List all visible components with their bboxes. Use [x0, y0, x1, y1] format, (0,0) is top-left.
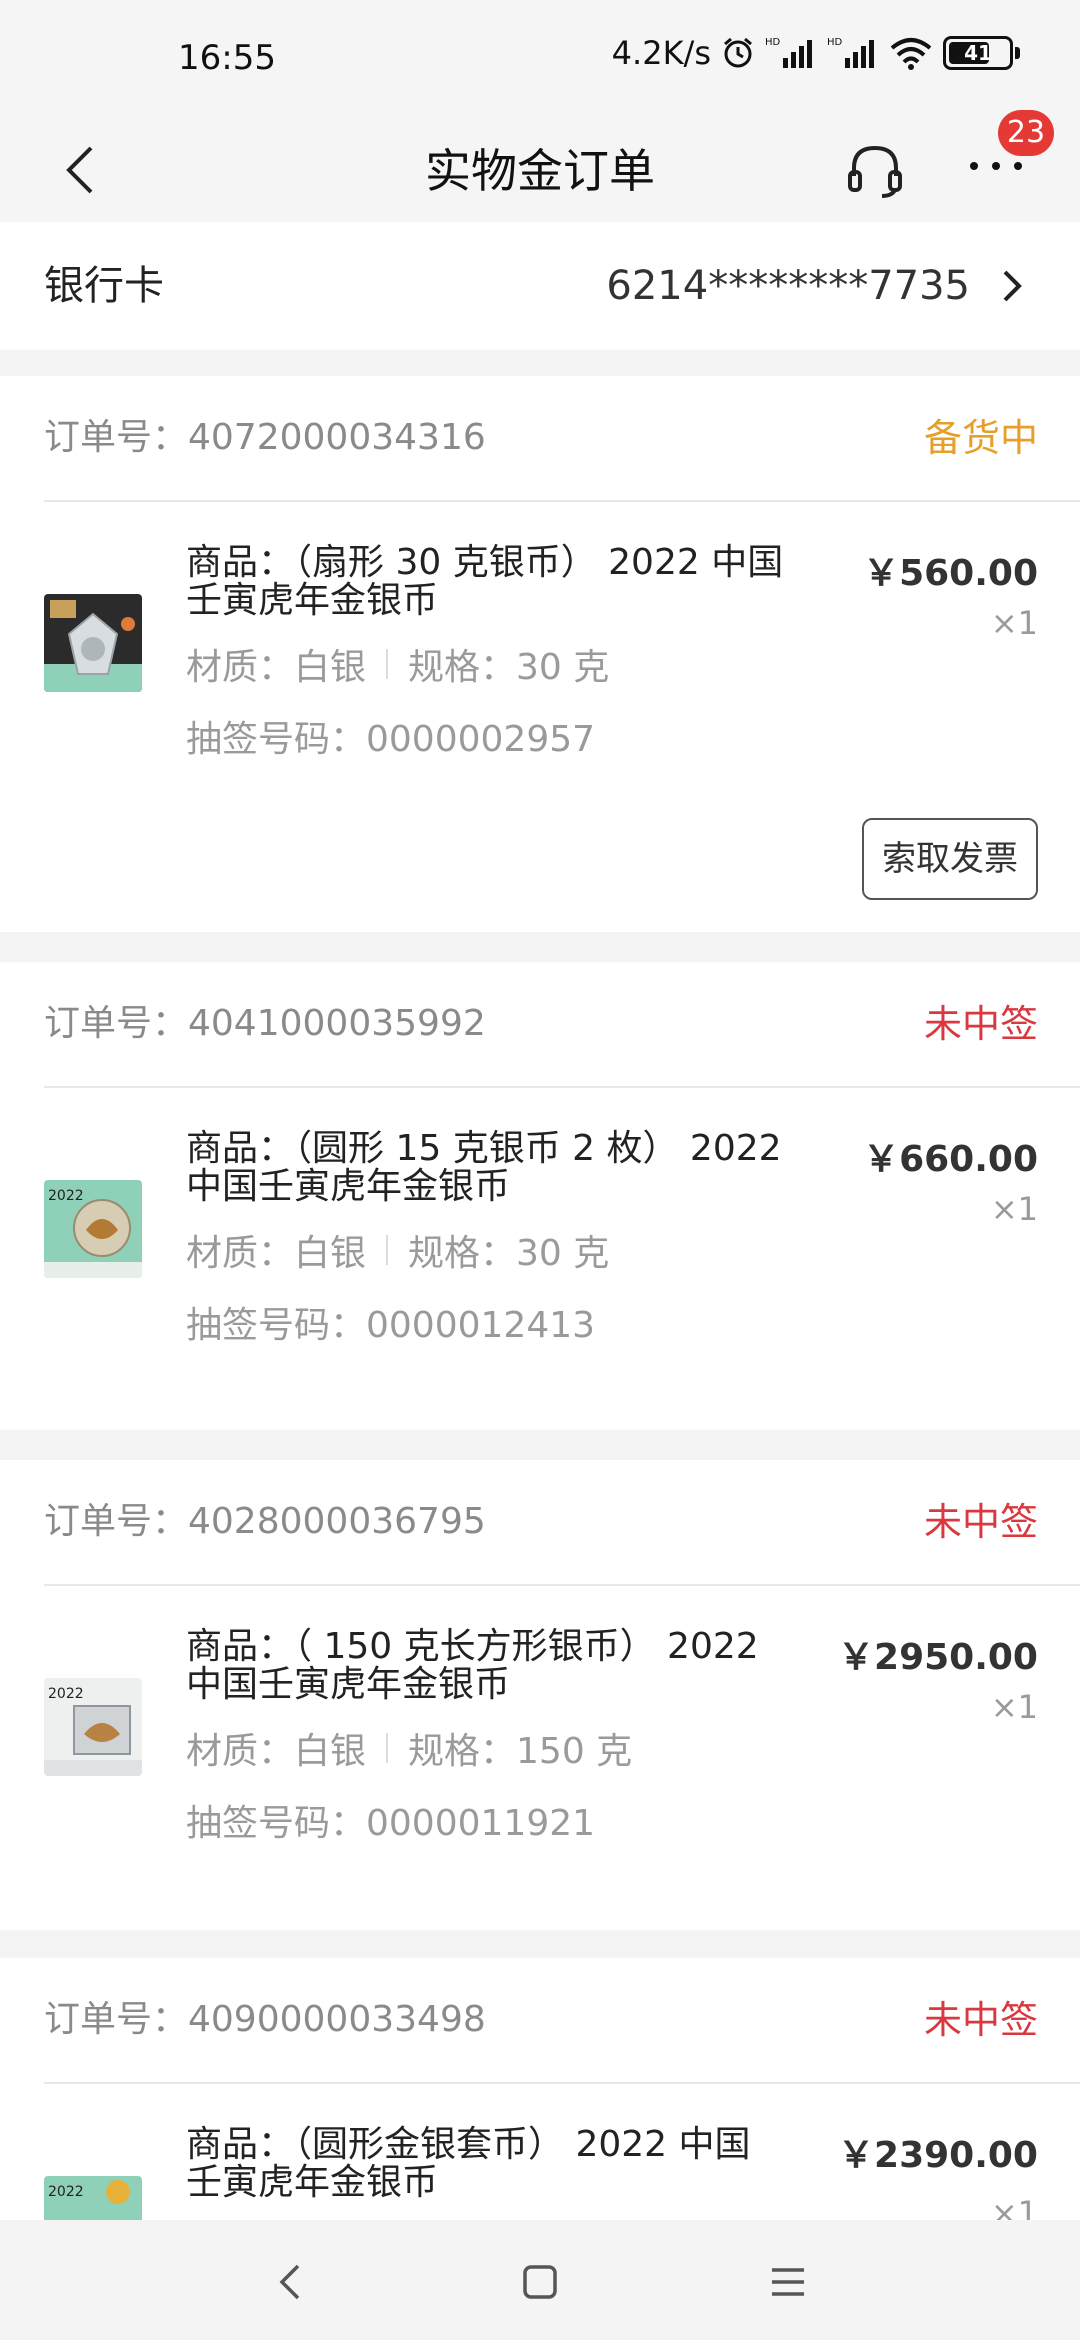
product-thumbnail[interactable]: 2022 [44, 1678, 142, 1776]
product-thumbnail[interactable]: 2022 [44, 2176, 142, 2220]
system-home-button[interactable] [518, 2260, 562, 2304]
quantity: ×1 [990, 2194, 1038, 2220]
system-menu-button[interactable] [766, 2260, 810, 2304]
svg-text:HD: HD [765, 37, 781, 48]
notification-badge: 23 [998, 110, 1054, 156]
bank-card-row[interactable]: 银行卡 6214********7735 [0, 222, 1080, 350]
price: ￥2390.00 [838, 2135, 1038, 2176]
order-card: 订单号：4028000036795 未中签 2022 商品：（ 150 克长方形… [0, 1460, 1080, 1930]
svg-text:HD: HD [827, 37, 843, 48]
square-icon [523, 2265, 557, 2299]
lottery-number: 抽签号码：0000011921 [186, 1803, 596, 1844]
order-card: 订单号：4090000033498 未中签 2022 商品：（圆形金银套币） 2… [0, 1958, 1080, 2220]
price: ￥560.00 [863, 553, 1038, 594]
size: 规格：30 克 [408, 647, 610, 688]
product-name: 商品：（扇形 30 克银币） 2022 中国壬寅虎年金银币 [186, 542, 784, 621]
order-status: 备货中 [923, 416, 1038, 460]
divider [44, 1086, 1080, 1088]
product-thumbnail[interactable]: 2022 [44, 1180, 142, 1278]
product-info: 商品：（ 150 克长方形银币） 2022 中国壬寅虎年金银币 材质：白银 规格… [186, 1628, 786, 1846]
order-header: 订单号：4072000034316 备货中 [0, 376, 1080, 500]
signal-icon: HD [765, 37, 812, 68]
product-spec: 材质：白银 规格：150 克 [186, 1722, 786, 1774]
status-bar: 16:55 4.2K/s HD HD 41 [0, 0, 1080, 120]
order-number: 订单号：4028000036795 [44, 1501, 486, 1542]
order-number: 订单号：4041000035992 [44, 1003, 486, 1044]
order-header: 订单号：4028000036795 未中签 [0, 1460, 1080, 1584]
nav-bar: 实物金订单 23 [0, 110, 1080, 222]
alarm-icon [724, 37, 752, 68]
menu-icon [772, 2268, 804, 2296]
divider [44, 2082, 1080, 2084]
status-icons: 4.2K/s HD HD 41 [612, 34, 1020, 72]
product-name: 商品：（ 150 克长方形银币） 2022 中国壬寅虎年金银币 [186, 1626, 759, 1705]
product-info: 商品：（圆形 15 克银币 2 枚） 2022 中国壬寅虎年金银币 材质：白银 … [186, 1130, 786, 1348]
quantity: ×1 [990, 1688, 1038, 1726]
customer-service-button[interactable] [842, 138, 908, 204]
svg-text:2022: 2022 [48, 1686, 84, 1702]
product-info: 商品：（扇形 30 克银币） 2022 中国壬寅虎年金银币 材质：白银 规格：3… [186, 544, 786, 762]
svg-text:2022: 2022 [48, 1188, 84, 1204]
request-invoice-button[interactable]: 索取发票 [862, 818, 1038, 900]
page-title: 实物金订单 [425, 144, 655, 198]
headset-icon [848, 145, 902, 198]
system-nav-bar [0, 2220, 1080, 2340]
material: 材质：白银 [186, 1233, 367, 1274]
product-spec: 材质：白银 规格：30 克 [186, 1224, 786, 1276]
product-spec: 材质：白银 规格：30 克 [186, 638, 786, 690]
price: ￥660.00 [863, 1139, 1038, 1180]
order-number: 订单号：4072000034316 [44, 417, 486, 458]
divider [44, 1584, 1080, 1586]
lottery-number: 抽签号码：0000002957 [186, 719, 596, 760]
chevron-left-icon [279, 2264, 300, 2300]
battery-level: 41 [964, 41, 992, 65]
battery-icon: 41 [943, 36, 1020, 70]
size: 规格：30 克 [408, 1233, 610, 1274]
quantity: ×1 [990, 604, 1038, 642]
status-time: 16:55 [178, 38, 276, 78]
system-back-button[interactable] [270, 2260, 314, 2304]
more-icon [970, 162, 1022, 170]
product-name: 商品：（圆形金银套币） 2022 中国壬寅虎年金银币 [186, 2124, 751, 2203]
chevron-right-icon [1003, 270, 1022, 302]
order-status: 未中签 [923, 1500, 1038, 1544]
wifi-icon [890, 38, 932, 70]
order-status: 未中签 [923, 1002, 1038, 1046]
size: 规格：150 克 [408, 1731, 633, 1772]
material: 材质：白银 [186, 1731, 367, 1772]
more-button[interactable]: 23 [960, 110, 1054, 204]
svg-text:2022: 2022 [48, 2184, 84, 2200]
net-speed: 4.2K/s [611, 34, 711, 72]
chevron-left-icon [66, 146, 93, 194]
order-header: 订单号：4090000033498 未中签 [0, 1958, 1080, 2082]
order-card: 订单号：4041000035992 未中签 2022 商品：（圆形 15 克银币… [0, 962, 1080, 1430]
order-header: 订单号：4041000035992 未中签 [0, 962, 1080, 1086]
order-status: 未中签 [923, 1998, 1038, 2042]
divider [44, 500, 1080, 502]
quantity: ×1 [990, 1190, 1038, 1228]
price: ￥2950.00 [838, 1637, 1038, 1678]
product-name: 商品：（圆形 15 克银币 2 枚） 2022 中国壬寅虎年金银币 [186, 1128, 782, 1207]
product-info: 商品：（圆形金银套币） 2022 中国壬寅虎年金银币 [186, 2126, 786, 2202]
order-number: 订单号：4090000033498 [44, 1999, 486, 2040]
lottery-number: 抽签号码：0000012413 [186, 1305, 596, 1346]
bank-card-number: 6214********7735 [606, 263, 970, 309]
product-thumbnail[interactable] [44, 594, 142, 692]
back-button[interactable] [52, 130, 108, 210]
material: 材质：白银 [186, 647, 367, 688]
order-card: 订单号：4072000034316 备货中 商品：（扇形 30 克银币） 202… [0, 376, 1080, 932]
signal-icon-2: HD [827, 37, 874, 68]
bank-card-label: 银行卡 [44, 263, 164, 309]
